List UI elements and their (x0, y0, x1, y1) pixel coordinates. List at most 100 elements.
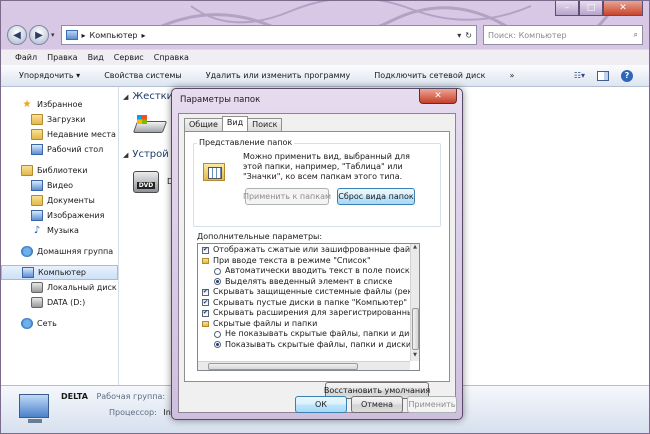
menu-help[interactable]: Справка (154, 53, 189, 62)
nav-documents[interactable]: Документы (1, 193, 118, 208)
scrollbar-thumb[interactable] (412, 308, 419, 350)
apply-to-folders-button[interactable]: Применить к папкам (243, 188, 331, 205)
nav-computer[interactable]: Компьютер (1, 265, 118, 280)
libraries-icon (21, 165, 33, 176)
advanced-setting-row[interactable]: ✔ Отображать сжатые или зашифрованные фай… (202, 245, 419, 256)
scroll-up-icon[interactable]: ▲ (411, 244, 419, 253)
advanced-setting-row[interactable]: ✔ Скрывать пустые диски в папке "Компьюте… (202, 298, 419, 309)
collapse-icon[interactable]: ◢ (123, 151, 128, 159)
advanced-setting-row[interactable]: ✔ Скрывать защищенные системные файлы (ре… (202, 287, 419, 298)
help-icon[interactable]: ? (621, 69, 633, 82)
group-title: Жестки (132, 91, 174, 102)
back-arrow-icon: ◀ (13, 29, 21, 41)
devices-group-header[interactable]: ◢ Устрой (123, 149, 169, 160)
back-button[interactable]: ◀ (7, 25, 27, 45)
nav-favorites[interactable]: ★ Избранное (1, 97, 118, 112)
windows-logo-icon (137, 115, 147, 124)
advanced-setting-row[interactable]: Выделять введенный элемент в списке (202, 277, 419, 288)
advanced-setting-row[interactable]: Показывать скрытые файлы, папки и диски (202, 340, 419, 351)
search-input[interactable]: Поиск: Компьютер ⌕ (483, 25, 643, 45)
menu-view[interactable]: Вид (88, 53, 104, 62)
radio-button[interactable] (214, 330, 221, 338)
nav-data-drive[interactable]: DATA (D:) (1, 295, 118, 310)
breadcrumb-chevron[interactable]: ▸ (141, 31, 145, 40)
cancel-button[interactable]: Отмена (351, 396, 403, 413)
nav-recent-places[interactable]: Недавние места (1, 127, 118, 142)
tab-search[interactable]: Поиск (247, 118, 283, 131)
local-disk-item[interactable] (132, 115, 169, 137)
advanced-setting-label: Показывать скрытые файлы, папки и диски (225, 339, 412, 349)
nav-downloads[interactable]: Загрузки (1, 112, 118, 127)
hard-disks-group-header[interactable]: ◢ Жестки (123, 91, 173, 102)
checkbox[interactable]: ✔ (202, 299, 209, 307)
address-text[interactable]: Компьютер (90, 31, 138, 40)
menu-edit[interactable]: Правка (47, 53, 77, 62)
radio-button[interactable] (214, 267, 221, 275)
dialog-close-button[interactable]: ✕ (419, 89, 457, 104)
nav-music[interactable]: ♪ Музыка (1, 223, 118, 238)
advanced-setting-row[interactable]: При вводе текста в режиме "Список" (202, 256, 419, 267)
tab-general[interactable]: Общие (184, 118, 223, 131)
nav-desktop[interactable]: Рабочий стол (1, 142, 118, 157)
menu-file[interactable]: Файл (15, 53, 37, 62)
homegroup-icon (21, 246, 33, 257)
network-icon (21, 318, 33, 329)
advanced-setting-row[interactable]: Не показывать скрытые файлы, папки и дис… (202, 329, 419, 340)
map-network-drive-button[interactable]: Подключить сетевой диск (374, 71, 485, 80)
address-bar[interactable]: ▸ Компьютер ▸ ▾ ↻ (60, 25, 477, 45)
search-icon[interactable]: ⌕ (634, 30, 638, 40)
minimize-button[interactable]: – (555, 1, 579, 16)
computer-icon (65, 30, 78, 40)
advanced-setting-row[interactable]: ✔ Скрывать расширения для зарегистрирован… (202, 308, 419, 319)
advanced-settings-list[interactable]: ✔ Отображать сжатые или зашифрованные фай… (197, 243, 420, 371)
recent-pages-dropdown[interactable]: ▾ (51, 31, 55, 39)
scroll-down-icon[interactable]: ▼ (411, 352, 419, 361)
change-view-icon[interactable]: ☷▾ (574, 71, 585, 80)
collapse-icon[interactable]: ◢ (123, 93, 128, 101)
uninstall-program-button[interactable]: Удалить или изменить программу (206, 71, 351, 80)
nav-label: Загрузки (47, 115, 86, 124)
tab-view[interactable]: Вид (221, 116, 249, 131)
radio-button[interactable] (214, 341, 221, 349)
nav-label: DATA (D:) (47, 298, 86, 307)
nav-label: Избранное (37, 100, 83, 109)
advanced-setting-label: Автоматически вводить текст в поле поиск… (225, 266, 415, 276)
reset-folders-button[interactable]: Сброс вида папок (337, 188, 415, 205)
folder-icon (202, 320, 209, 327)
vertical-scrollbar[interactable]: ▲ ▼ (410, 244, 419, 361)
nav-label: Библиотеки (37, 166, 88, 175)
dialog-tabs: Общие Вид Поиск (184, 116, 283, 131)
advanced-setting-row[interactable]: Автоматически вводить текст в поле поиск… (202, 266, 419, 277)
advanced-setting-row[interactable]: Скрытые файлы и папки (202, 319, 419, 330)
nav-local-disk[interactable]: Локальный диск (C (1, 280, 118, 295)
scrollbar-thumb[interactable] (208, 363, 358, 370)
view-tab-panel: Представление папок Можно применить вид,… (184, 131, 450, 399)
processor-label: Процессор: (109, 408, 157, 417)
more-commands-button[interactable]: » (509, 71, 514, 80)
nav-pictures[interactable]: Изображения (1, 208, 118, 223)
advanced-setting-label: Скрывать защищенные системные файлы (рек… (213, 287, 420, 297)
advanced-setting-label: Скрытые файлы и папки (213, 318, 318, 328)
close-button[interactable]: ✕ (603, 1, 643, 16)
preview-pane-icon[interactable] (597, 70, 609, 81)
ok-button[interactable]: ОК (295, 396, 347, 413)
menu-tools[interactable]: Сервис (114, 53, 144, 62)
nav-homegroup[interactable]: Домашняя группа (1, 244, 118, 259)
checkbox[interactable]: ✔ (202, 309, 209, 317)
forward-button[interactable]: ▶ (29, 25, 49, 45)
address-dropdown-icon[interactable]: ▾ (457, 31, 461, 40)
nav-video[interactable]: Видео (1, 178, 118, 193)
checkbox[interactable]: ✔ (202, 288, 209, 296)
computer-icon (22, 267, 34, 278)
organize-button[interactable]: Упорядочить ▾ (19, 71, 80, 80)
checkbox[interactable]: ✔ (202, 246, 209, 254)
nav-network[interactable]: Сеть (1, 316, 118, 331)
nav-libraries[interactable]: Библиотеки (1, 163, 118, 178)
maximize-button[interactable]: □ (579, 1, 603, 16)
apply-button[interactable]: Применить (407, 396, 457, 413)
horizontal-scrollbar[interactable] (198, 361, 410, 370)
radio-button[interactable] (214, 278, 221, 286)
system-properties-button[interactable]: Свойства системы (104, 71, 182, 80)
details-line-1: DELTA Рабочая группа: WO (61, 392, 186, 401)
refresh-icon[interactable]: ↻ (465, 31, 472, 40)
